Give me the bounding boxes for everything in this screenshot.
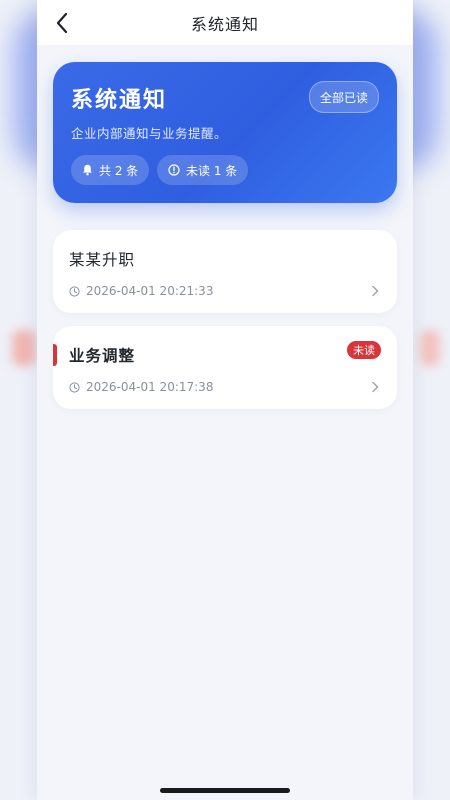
unread-count-label: 未读 1 条 <box>186 163 238 178</box>
clock-icon <box>69 381 80 393</box>
notification-time: 2026-04-01 20:21:33 <box>86 284 214 298</box>
summary-card: 系统通知 企业内部通知与业务提醒。 全部已读 共 2 条 未读 1 条 <box>53 62 397 203</box>
mark-all-read-button[interactable]: 全部已读 <box>308 81 379 113</box>
notification-item[interactable]: 某某升职 2026-04-01 20:21:33 <box>53 230 397 313</box>
notification-title: 某某升职 <box>69 251 136 269</box>
page-title: 系统通知 <box>190 14 259 34</box>
nav-bar: 系统通知 <box>37 0 413 45</box>
info-circle-icon <box>168 164 180 176</box>
chevron-right-icon <box>372 285 379 297</box>
home-indicator[interactable] <box>160 788 290 793</box>
background-blur-accent-left <box>12 330 36 366</box>
notification-time: 2026-04-01 20:17:38 <box>86 380 214 394</box>
back-button[interactable] <box>45 6 79 40</box>
unread-indicator-bar <box>53 344 57 366</box>
notification-title: 业务调整 <box>69 347 136 365</box>
bell-icon <box>83 164 92 176</box>
total-count-chip: 共 2 条 <box>71 155 150 185</box>
summary-title: 系统通知 <box>71 88 168 113</box>
notification-item[interactable]: 业务调整 未读 2026-04-01 20:17:38 <box>53 326 397 409</box>
back-arrow-icon <box>56 12 68 34</box>
unread-badge: 未读 <box>347 341 381 359</box>
total-count-label: 共 2 条 <box>99 163 139 178</box>
unread-count-chip: 未读 1 条 <box>157 155 249 185</box>
notification-time-row: 2026-04-01 20:21:33 <box>69 284 213 298</box>
background-blur-accent-right <box>420 330 440 366</box>
summary-subtitle: 企业内部通知与业务提醒。 <box>71 126 228 141</box>
clock-icon <box>69 285 80 297</box>
chevron-right-icon <box>372 381 379 393</box>
notification-sheet: 系统通知 系统通知 企业内部通知与业务提醒。 全部已读 共 2 条 未读 1 条… <box>37 0 413 800</box>
notification-time-row: 2026-04-01 20:17:38 <box>69 380 213 394</box>
